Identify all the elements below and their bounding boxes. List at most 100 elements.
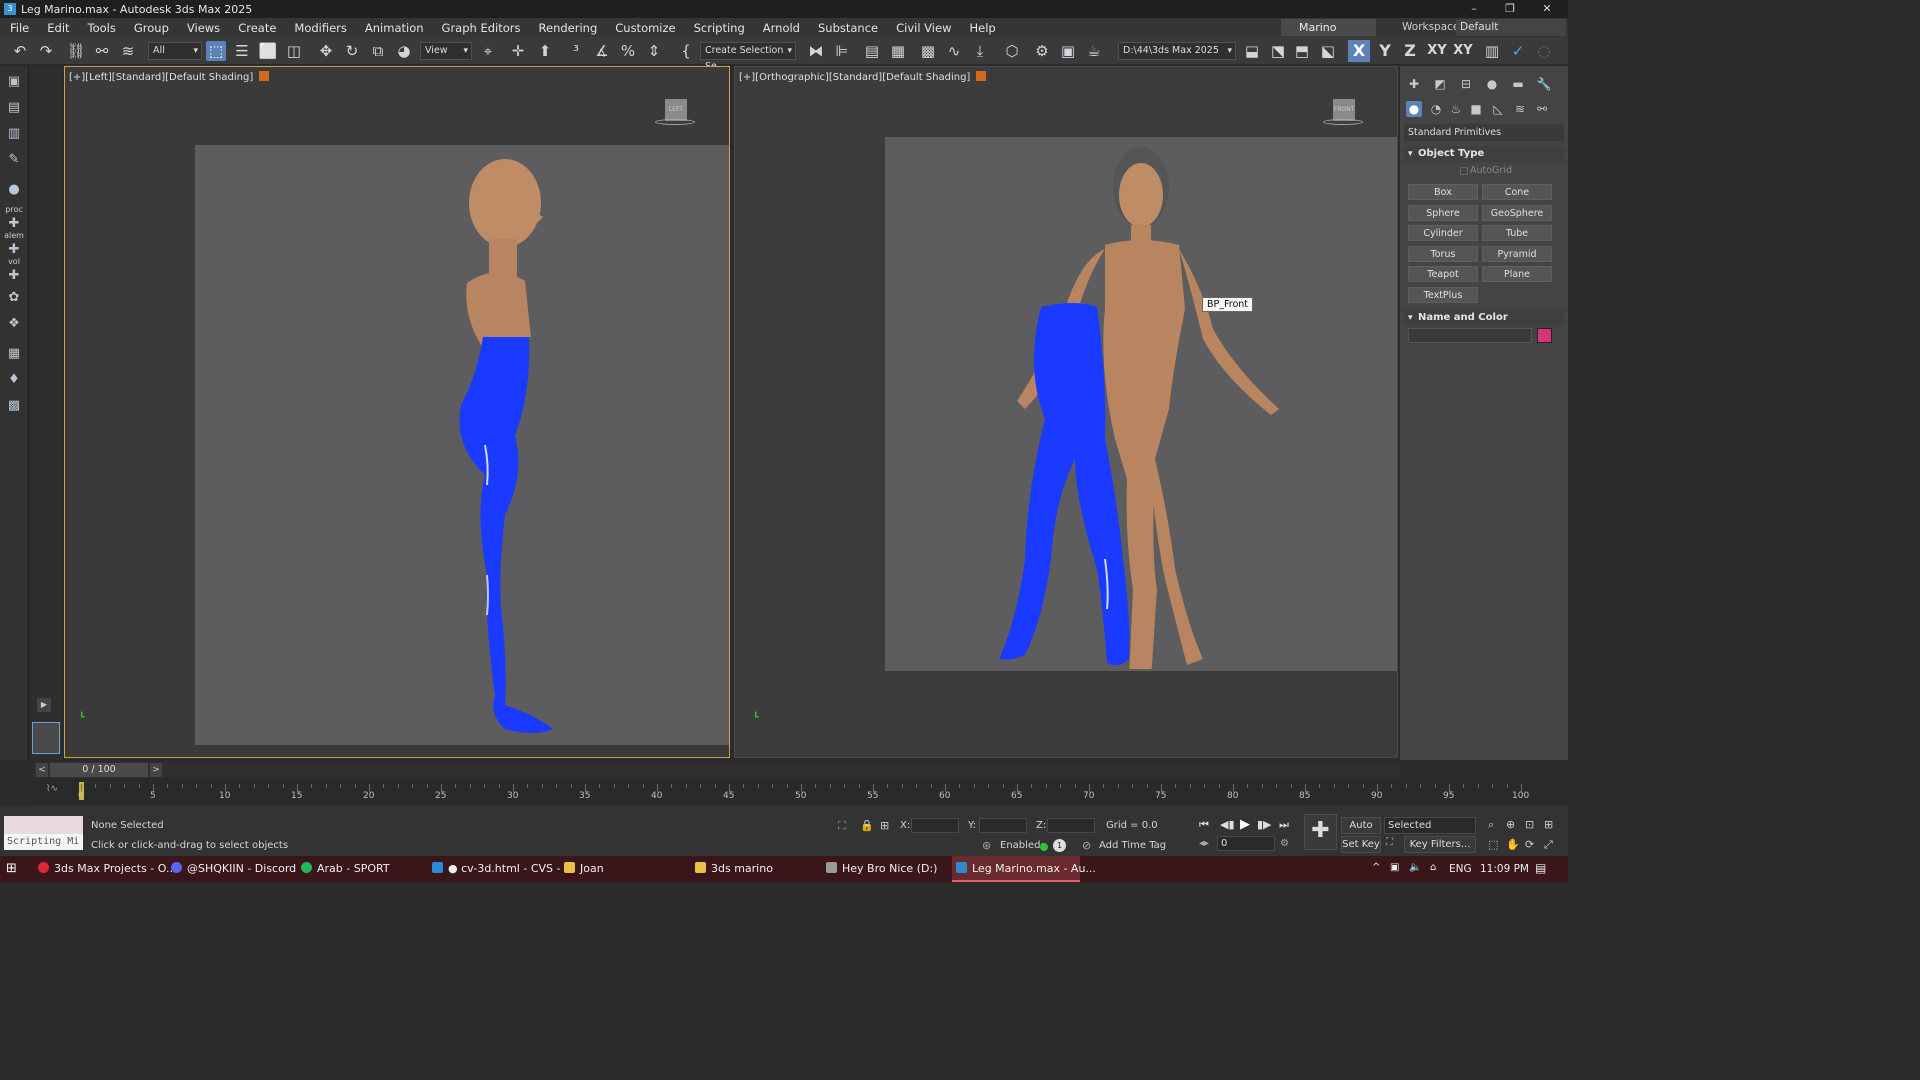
prev-frame-icon[interactable]: < [36,763,48,777]
viewport-layout-icon[interactable] [32,722,60,754]
sphere-button[interactable]: Sphere [1408,205,1478,221]
zoom-icon[interactable]: ⌕ [1488,818,1494,832]
mirror-icon[interactable]: ⧓ [806,41,826,61]
edit-geometry-icon[interactable]: ▤ [4,98,24,118]
motion-tab-icon[interactable]: ● [1484,76,1500,92]
absolute-mode-icon[interactable]: ⊞ [880,819,889,832]
tube-button[interactable]: Tube [1482,225,1552,241]
systems-icon[interactable]: ⚯ [1534,101,1550,117]
menu-modifiers[interactable]: Modifiers [284,21,355,35]
user-account-dropdown[interactable]: Marino Cepele ▾ [1281,19,1376,51]
polygon-tools-icon[interactable]: ▥ [4,124,24,144]
menu-views[interactable]: Views [177,21,228,35]
notifications-icon[interactable]: ▤ [1535,861,1546,875]
axis-xy-button[interactable]: XY [1424,40,1450,62]
menu-group[interactable]: Group [124,21,177,35]
curve-editor-mini-icon[interactable]: ⌇∿ [46,784,58,794]
orbit-icon[interactable]: ⟳ [1525,838,1534,851]
toggle-ribbon-icon[interactable]: ▦ [888,41,908,61]
viewport-orthographic[interactable]: [+][Orthographic][Standard][Default Shad… [734,66,1398,758]
redo-icon[interactable]: ↷ [36,41,56,61]
volume-icon[interactable]: 🔈 [1409,862,1421,873]
menu-file[interactable]: File [0,21,37,35]
scripting-mini-listener[interactable]: Scripting Mi [4,834,83,850]
material-editor-icon[interactable]: ⬡ [1002,41,1022,61]
key-mode-icon[interactable]: ◂▸ [1199,838,1209,849]
set-key-big-icon[interactable]: ✚ [1304,814,1337,850]
menu-substance[interactable]: Substance [808,21,886,35]
spinner-snap-icon[interactable]: ⇕ [644,41,664,61]
box-button[interactable]: Box [1408,184,1478,200]
edit-named-selection-icon[interactable]: { [676,41,696,61]
align-icon[interactable]: ⊫ [832,41,852,61]
taskbar-item-spotify[interactable]: Arab - SPORT [297,856,390,882]
render-tools-icon[interactable]: ▩ [4,396,24,416]
next-frame-btn-icon[interactable]: ▮▶ [1257,818,1272,831]
link-icon[interactable]: ⛓ [66,41,86,61]
viewport-ortho-label[interactable]: [+][Orthographic][Standard][Default Shad… [739,71,987,83]
pivot-center-icon[interactable]: ⌖ [478,41,498,61]
zoom-extents-all-icon[interactable]: ⊞ [1544,818,1553,831]
tray-overflow-icon[interactable]: ^ [1372,862,1380,873]
volume-tools-icon[interactable]: vol ✚ [4,258,24,284]
menu-animation[interactable]: Animation [355,21,432,35]
pyramid-button[interactable]: Pyramid [1482,246,1552,262]
object-name-field[interactable] [1408,328,1532,343]
menu-rendering[interactable]: Rendering [529,21,606,35]
curve-editor-icon[interactable]: ∿ [944,41,964,61]
schematic-view-icon[interactable]: ⤓ [970,41,990,61]
plane-button[interactable]: Plane [1482,266,1552,282]
zoom-all-icon[interactable]: ⊕ [1506,818,1515,831]
unlink-icon[interactable]: ⚯ [92,41,112,61]
add-time-tag[interactable]: Add Time Tag [1099,840,1166,851]
select-by-name-icon[interactable]: ☰ [232,41,252,61]
render-setup-icon[interactable]: ⚙ [1032,41,1052,61]
scene-states-icon[interactable]: ▦ [4,344,24,364]
autogrid-checkbox[interactable] [1460,167,1468,175]
percent-snap-icon[interactable]: % [618,41,638,61]
language-indicator[interactable]: ENG [1449,863,1472,875]
object-type-rollout[interactable]: Object Type [1404,146,1564,162]
save-icon[interactable]: ▥ [1482,41,1502,61]
taskbar-item-3dsmax-projects[interactable]: 3ds Max Projects - O... [34,856,176,882]
check-icon[interactable]: ✓ [1508,41,1528,61]
tray-device-icon[interactable]: ▣ [1390,862,1399,873]
place-icon[interactable]: ◕ [394,41,414,61]
name-and-color-rollout[interactable]: Name and Color [1404,310,1564,326]
undo-icon[interactable]: ↶ [10,41,30,61]
scene-explorer-icon[interactable]: ▩ [918,41,938,61]
adaptive-degradation-icon[interactable]: ⊛ [982,839,991,852]
info-icon[interactable]: 1 [1053,839,1066,852]
close-button[interactable]: ✕ [1530,0,1564,18]
hierarchy-tab-icon[interactable]: ⊟ [1458,76,1474,92]
light-tools-icon[interactable]: ● [4,180,24,200]
current-frame-field[interactable]: 0 [1217,836,1275,851]
menu-customize[interactable]: Customize [605,21,683,35]
array-icon[interactable]: ⬔ [1268,41,1288,61]
angle-snap-icon[interactable]: ∡ [592,41,612,61]
layer-explorer-icon[interactable]: ▤ [862,41,882,61]
rotate-icon[interactable]: ↻ [342,41,362,61]
display-tab-icon[interactable]: ▬ [1510,76,1526,92]
torus-button[interactable]: Torus [1408,246,1478,262]
x-coordinate-field[interactable] [911,818,959,833]
cameras-icon[interactable]: ■ [1468,101,1484,117]
taskbar-item-drive[interactable]: Hey Bro Nice (D:) [822,856,937,882]
key-filters-button[interactable]: Key Filters... [1404,836,1476,853]
key-mode-dropdown[interactable]: Selected [1384,817,1476,834]
field-of-view-icon[interactable]: ⬚ [1488,838,1498,851]
expand-icon[interactable]: ▶ [37,698,51,712]
play-icon[interactable]: ▶ [1240,817,1250,832]
menu-help[interactable]: Help [959,21,1003,35]
track-bar[interactable]: ⌇∿ 0 5 10 15 20 25 30 35 40 45 50 55 60 65 70 75 80 85 90 9… [34,778,1568,806]
keyboard-shortcut-icon[interactable]: ⬆ [535,41,555,61]
viewcube-left[interactable]: LEFT [655,97,695,137]
menu-edit[interactable]: Edit [37,21,77,35]
viewcube-front[interactable]: FRONT [1323,97,1363,137]
paint-tools-icon[interactable]: ✎ [4,150,24,170]
y-coordinate-field[interactable] [979,818,1027,833]
script-listener-pink[interactable] [4,816,83,834]
modify-tab-icon[interactable]: ◩ [1432,76,1448,92]
textplus-button[interactable]: TextPlus [1408,287,1478,303]
lights-icon[interactable]: ♨ [1448,101,1464,117]
